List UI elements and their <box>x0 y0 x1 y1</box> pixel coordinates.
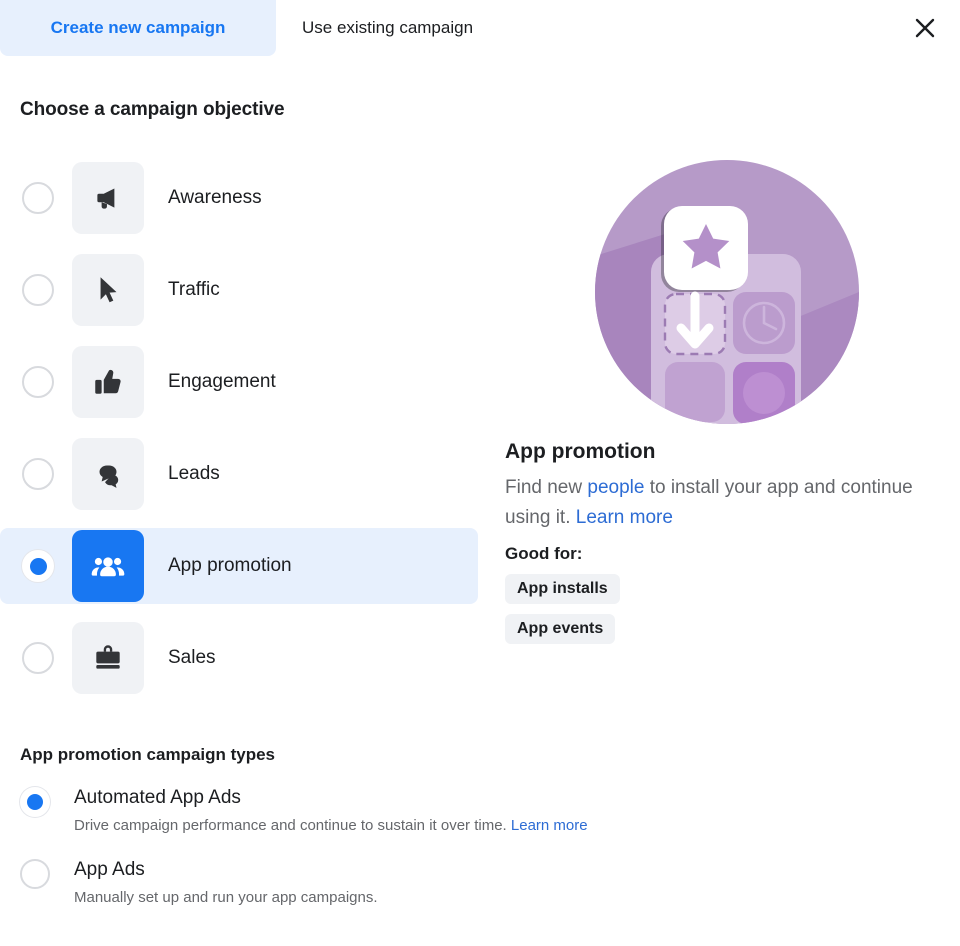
people-group-icon <box>90 548 126 584</box>
objective-row-awareness[interactable]: Awareness <box>0 160 478 236</box>
campaign-type-label: App Ads <box>74 859 145 880</box>
objective-row-traffic[interactable]: Traffic <box>0 252 478 328</box>
tab-label: Create new campaign <box>50 18 226 37</box>
objective-row-leads[interactable]: Leads <box>0 436 478 512</box>
learn-more-link[interactable]: Learn more <box>511 817 588 834</box>
good-for-label: Good for: <box>505 544 583 563</box>
objective-label: Awareness <box>168 187 262 208</box>
campaign-type-desc-text: Drive campaign performance and continue … <box>74 817 511 834</box>
objective-icon-tile <box>72 622 144 694</box>
radio-automated-app-ads[interactable] <box>20 787 50 817</box>
radio-awareness[interactable] <box>22 182 54 214</box>
tab-create-new-campaign[interactable]: Create new campaign <box>0 0 276 56</box>
radio-traffic[interactable] <box>22 274 54 306</box>
objective-icon-tile <box>72 254 144 326</box>
speech-bubbles-icon <box>91 457 125 491</box>
radio-engagement[interactable] <box>22 366 54 398</box>
campaign-type-automated-app-ads[interactable]: Automated App Ads Drive campaign perform… <box>20 785 940 837</box>
objective-icon-tile <box>72 438 144 510</box>
radio-leads[interactable] <box>22 458 54 490</box>
objective-row-engagement[interactable]: Engagement <box>0 344 478 420</box>
objective-label: App promotion <box>168 555 292 576</box>
briefcase-icon <box>91 641 125 675</box>
close-button[interactable] <box>906 9 944 47</box>
objective-label: Leads <box>168 463 220 484</box>
objective-label: Sales <box>168 647 216 668</box>
people-link[interactable]: people <box>587 477 644 498</box>
campaign-types-section: App promotion campaign types Automated A… <box>20 745 940 909</box>
tab-label: Use existing campaign <box>302 18 474 37</box>
radio-sales[interactable] <box>22 642 54 674</box>
campaign-type-desc-text: Manually set up and run your app campaig… <box>74 889 378 906</box>
campaign-type-app-ads[interactable]: App Ads Manually set up and run your app… <box>20 857 940 909</box>
megaphone-icon <box>91 181 125 215</box>
chip-app-installs: App installs <box>505 574 620 604</box>
campaign-type-description: Drive campaign performance and continue … <box>74 815 940 837</box>
campaign-type-label: Automated App Ads <box>74 787 241 808</box>
thumbs-up-icon <box>91 365 125 399</box>
objective-section-heading: Choose a campaign objective <box>20 99 285 120</box>
objective-list: Awareness Traffic Engagement Leads App p… <box>0 160 478 712</box>
objective-icon-tile <box>72 346 144 418</box>
radio-app-promotion[interactable] <box>22 550 54 582</box>
campaign-type-description: Manually set up and run your app campaig… <box>74 887 940 909</box>
radio-app-ads[interactable] <box>20 859 50 889</box>
objective-row-app-promotion[interactable]: App promotion <box>0 528 478 604</box>
good-for-chips: App events <box>505 604 935 644</box>
detail-title: App promotion <box>505 440 656 463</box>
objective-label: Traffic <box>168 279 220 300</box>
objective-icon-tile <box>72 530 144 602</box>
learn-more-link[interactable]: Learn more <box>576 507 673 528</box>
tab-bar: Create new campaign Use existing campaig… <box>0 0 960 56</box>
objective-row-sales[interactable]: Sales <box>0 620 478 696</box>
detail-desc-part1: Find new <box>505 477 588 498</box>
good-for-chips: App installs <box>505 564 935 604</box>
detail-description: Find new people to install your app and … <box>505 473 915 533</box>
close-icon <box>913 16 937 40</box>
cursor-icon <box>91 273 125 307</box>
tab-use-existing-campaign[interactable]: Use existing campaign <box>276 0 556 56</box>
chip-app-events: App events <box>505 614 616 644</box>
app-install-illustration <box>595 160 859 424</box>
objective-detail-panel: App promotion Find new people to install… <box>505 160 935 644</box>
campaign-types-heading: App promotion campaign types <box>20 745 276 764</box>
objective-icon-tile <box>72 162 144 234</box>
objective-label: Engagement <box>168 371 276 392</box>
